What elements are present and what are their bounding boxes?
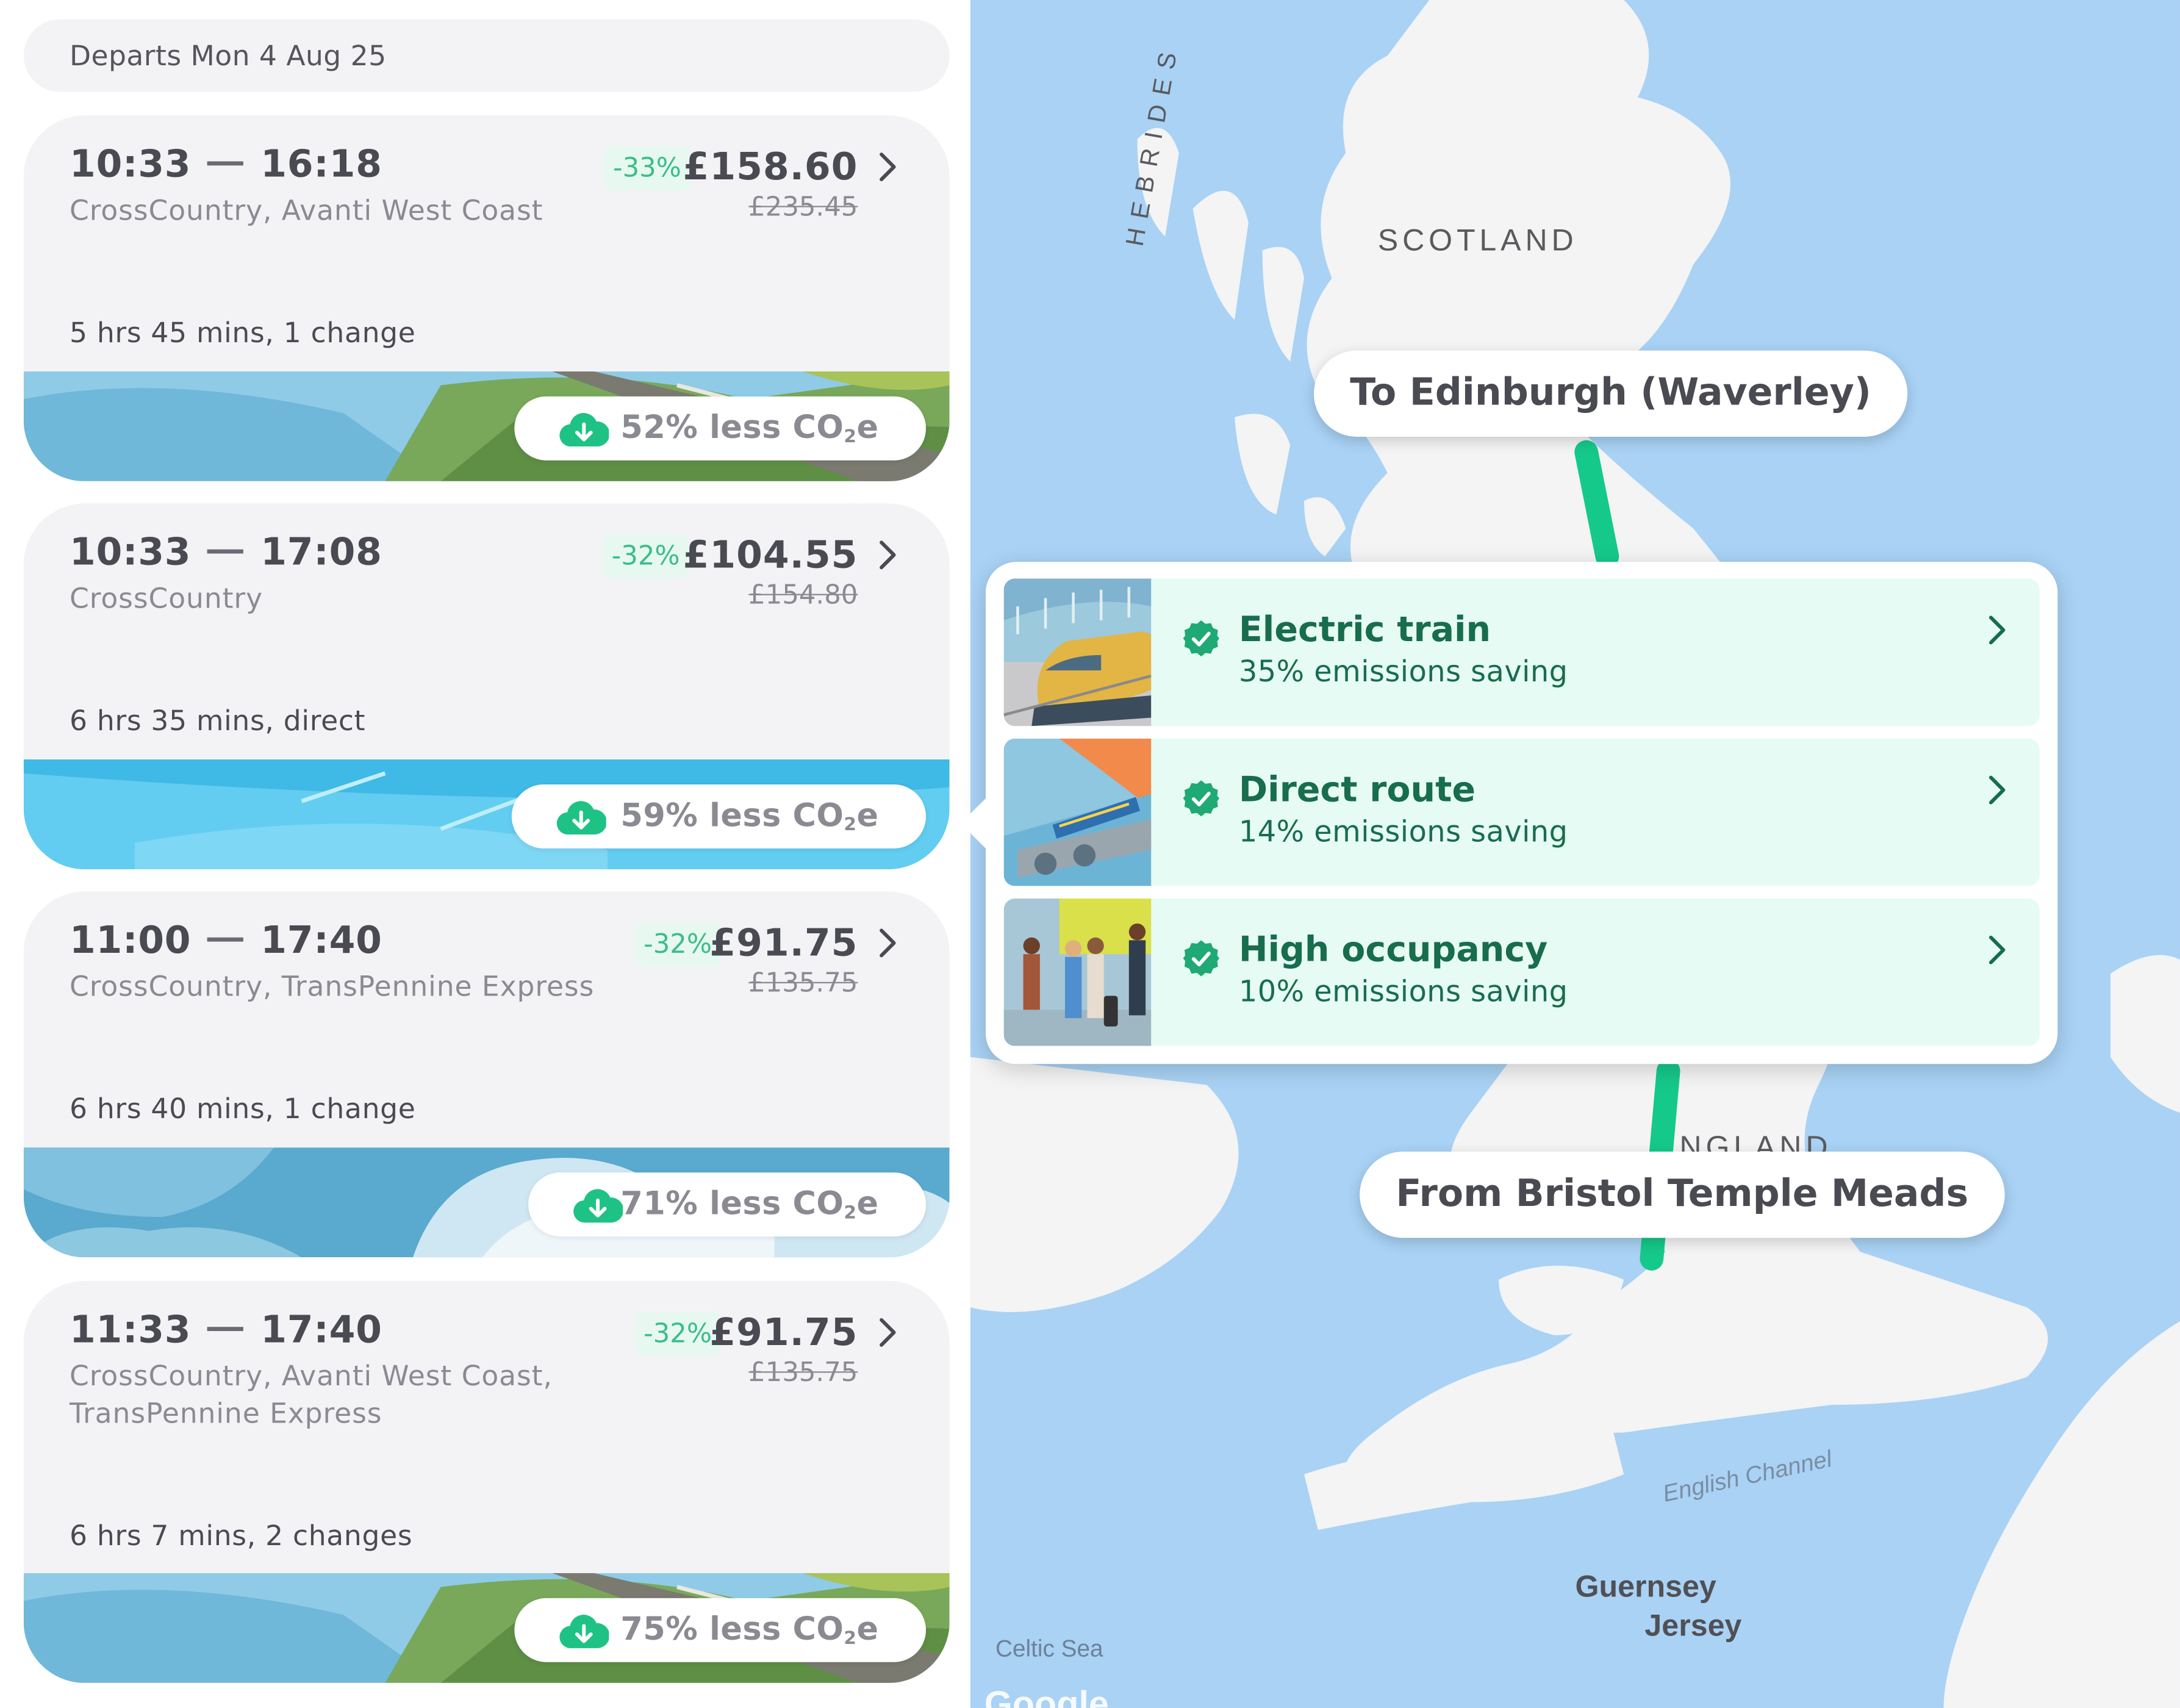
verified-check-icon [1183,780,1219,817]
journey-duration: 6 hrs 35 mins, direct [69,703,366,737]
saving-title: Direct route [1238,769,1476,810]
destination-label: To Edinburgh (Waverley) [1313,350,1908,437]
chevron-right-icon[interactable] [1978,612,2014,648]
direct-route-image [1003,738,1152,886]
saving-subtitle: 14% emissions saving [1238,815,1568,849]
co2-badge: 75% less CO2e [514,1598,927,1662]
saving-title: High occupancy [1238,929,1548,970]
discount-badge: -33% [603,146,691,191]
map-label-scotland: SCOTLAND [1377,222,1578,257]
depart-time: 11:33 [69,1308,192,1352]
operators: CrossCountry [69,581,263,615]
co2-badge: 52% less CO2e [514,396,927,461]
co2-badge: 71% less CO2e [528,1172,927,1237]
co2-badge: 59% less CO2e [511,784,927,849]
journey-duration: 6 hrs 40 mins, 1 change [69,1091,416,1125]
app-screen: Departs Mon 4 Aug 25 10:33 16:18 CrossCou… [0,0,2180,1708]
operators: CrossCountry, TransPennine Express [69,969,595,1003]
arrive-time: 16:18 [260,143,382,187]
journey-times: 10:33 16:18 [70,143,382,187]
journey-card[interactable]: 10:33 17:08 CrossCountry -32% £104.55 £15… [23,503,950,870]
saving-high-occupancy[interactable]: High occupancy 10% emissions saving [1003,898,2040,1046]
co2-subscript: 2 [844,1203,857,1224]
depart-time: 11:00 [69,919,192,963]
high-occupancy-image [1003,898,1152,1046]
journey-duration: 6 hrs 7 mins, 2 changes [69,1518,413,1552]
journey-card[interactable]: 10:33 16:18 CrossCountry, Avanti West Coa… [23,115,950,481]
discount-badge: -32% [634,922,722,967]
co2-tail: e [856,1612,879,1648]
map-label-guernsey: Guernsey [1575,1568,1716,1604]
journey-times: 11:33 17:40 [70,1309,382,1352]
departure-date-header: Departs Mon 4 Aug 25 [23,19,950,92]
co2-tail: e [856,1186,879,1223]
co2-subscript: 2 [844,1628,857,1650]
saving-direct-route[interactable]: Direct route 14% emissions saving [1003,738,2040,886]
co2-tail: e [856,798,879,835]
cloud-download-icon [556,801,606,835]
depart-time: 10:33 [69,531,192,575]
saving-subtitle: 35% emissions saving [1238,655,1568,689]
price: £91.75 [709,1312,858,1355]
co2-text: 71% less CO [620,1186,844,1223]
saving-title: Electric train [1238,609,1491,650]
journey-card[interactable]: 11:33 17:40 CrossCountry, Avanti West Coa… [23,1280,950,1683]
chevron-right-icon[interactable] [1978,772,2014,808]
co2-subscript: 2 [844,426,857,448]
arrive-time: 17:40 [260,919,382,963]
saving-subtitle: 10% emissions saving [1238,975,1568,1009]
price: £158.60 [683,146,858,190]
price: £104.55 [683,534,858,578]
co2-subscript: 2 [844,815,857,836]
depart-time: 10:33 [69,143,192,187]
price: £91.75 [709,922,858,966]
co2-text: 75% less CO [620,1612,844,1648]
co2-tail: e [856,410,879,447]
old-price: £235.45 [748,192,858,223]
arrive-time: 17:40 [260,1308,382,1352]
cloud-download-icon [573,1189,623,1223]
operators: CrossCountry, Avanti West Coast, TransPe… [69,1358,553,1430]
chevron-right-icon[interactable] [1978,932,2014,968]
map-label-celtic-sea: Celtic Sea [995,1635,1103,1662]
operators: CrossCountry, Avanti West Coast [69,193,543,227]
chevron-right-icon[interactable] [869,537,905,573]
old-price: £154.80 [748,580,858,611]
chevron-right-icon[interactable] [869,925,905,961]
co2-text: 59% less CO [620,798,844,835]
co2-text: 52% less CO [620,410,844,447]
chevron-right-icon[interactable] [869,149,905,185]
map-label-jersey: Jersey [1644,1607,1742,1643]
old-price: £135.75 [748,1357,858,1388]
discount-badge: -32% [601,534,690,579]
verified-check-icon [1183,620,1219,657]
journey-card[interactable]: 11:00 17:40 CrossCountry, TransPennine Ex… [23,891,950,1258]
origin-label: From Bristol Temple Meads [1360,1151,2005,1238]
arrive-time: 17:08 [260,531,382,575]
journey-times: 11:00 17:40 [70,919,382,963]
journey-duration: 5 hrs 45 mins, 1 change [69,315,416,350]
cloud-download-icon [559,1615,609,1648]
saving-electric-train[interactable]: Electric train 35% emissions saving [1003,578,2040,727]
journey-times: 10:33 17:08 [70,531,382,575]
old-price: £135.75 [748,967,858,999]
cloud-download-icon [559,413,609,447]
electric-train-image [1003,578,1152,727]
chevron-right-icon[interactable] [869,1315,905,1351]
google-logo: Google [984,1682,1109,1708]
discount-badge: -32% [634,1312,722,1357]
emissions-savings-popup: Electric train 35% emissions saving Dire… [960,562,2058,1064]
verified-check-icon [1183,940,1219,977]
